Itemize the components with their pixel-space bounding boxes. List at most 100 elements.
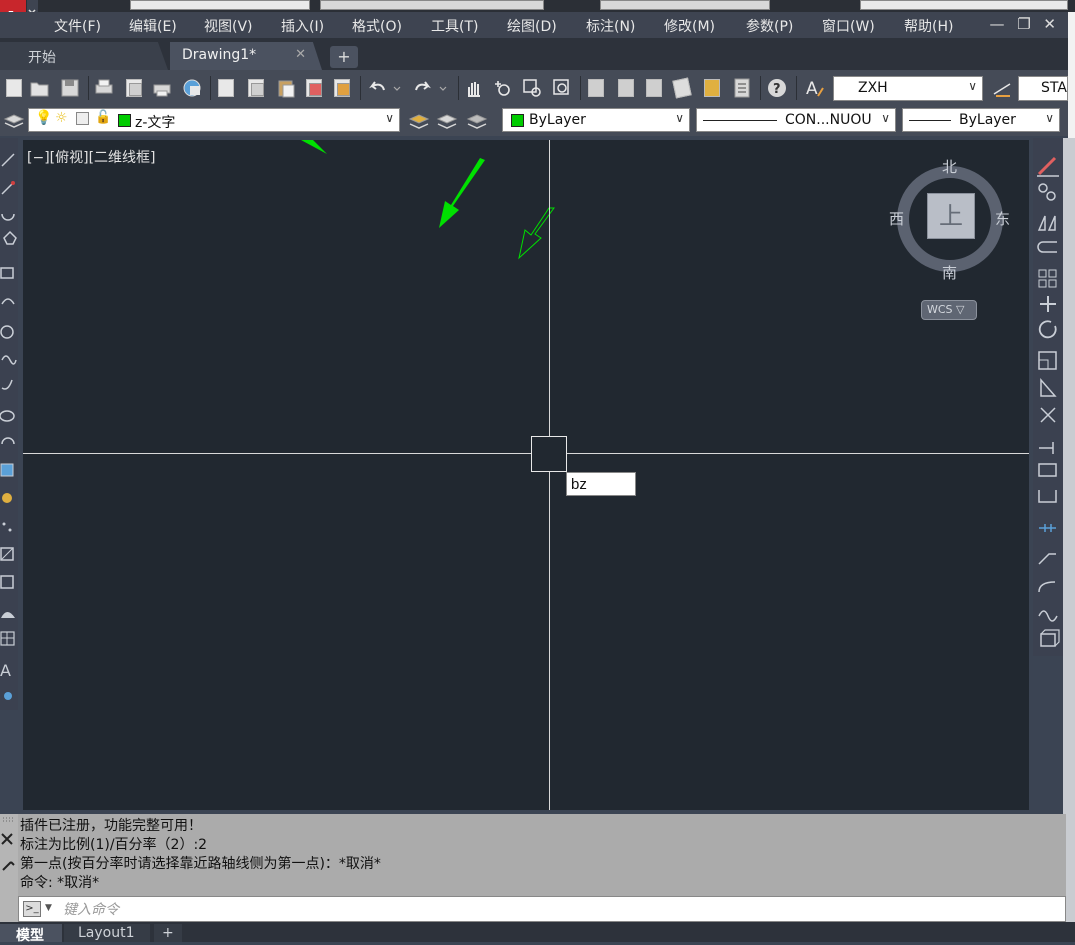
zoom-window-icon[interactable]: [522, 78, 542, 98]
command-history-line: 标注为比例(1)/百分率（2）:2: [20, 837, 208, 853]
markup-icon[interactable]: [702, 78, 722, 98]
compass-west[interactable]: 西: [889, 208, 904, 229]
command-input[interactable]: [63, 899, 1053, 919]
modify-toolbar: [1033, 138, 1063, 656]
match-properties-icon[interactable]: [304, 78, 324, 98]
block-editor-icon[interactable]: [332, 78, 352, 98]
wrench-icon: [2, 861, 15, 871]
menu-format[interactable]: 格式(O): [352, 16, 402, 36]
properties-icon[interactable]: [586, 78, 606, 98]
print-icon[interactable]: [94, 78, 114, 98]
pan-hand-icon[interactable]: [464, 78, 484, 98]
command-line-grip[interactable]: [0, 814, 18, 922]
command-prompt-icon[interactable]: >_: [23, 901, 41, 917]
menu-modify[interactable]: 修改(M): [664, 16, 715, 36]
wcs-menu-button[interactable]: WCS ▽: [921, 300, 977, 320]
crosshair-horizontal: [23, 453, 1029, 454]
color-select[interactable]: ByLayer ∨: [502, 108, 690, 132]
menu-draw[interactable]: 绘图(D): [507, 16, 557, 36]
title-strip: [0, 0, 1075, 12]
layer-previous-icon[interactable]: [436, 111, 458, 131]
compass-east[interactable]: 东: [995, 208, 1010, 229]
unlock-icon: 🔓: [95, 110, 112, 125]
draw-toolbar: A: [0, 138, 18, 710]
dimension-style-icon[interactable]: [992, 78, 1012, 98]
svg-text:?: ?: [773, 82, 781, 97]
menu-dimension[interactable]: 标注(N): [586, 16, 635, 36]
linetype-select[interactable]: CON...NUOU ∨: [696, 108, 896, 132]
chevron-down-icon: ∨: [968, 79, 977, 93]
zoom-previous-icon[interactable]: [552, 78, 572, 98]
redo-icon[interactable]: [414, 78, 447, 98]
menu-bar: 文件(F) 编辑(E) 视图(V) 插入(I) 格式(O) 工具(T) 绘图(D…: [0, 12, 1068, 38]
viewport-freeze-icon: [76, 112, 89, 125]
lightbulb-icon: 💡: [35, 110, 53, 126]
text-style-value: ZXH: [858, 80, 888, 96]
menu-view[interactable]: 视图(V): [204, 16, 253, 36]
drawing-canvas[interactable]: [−][俯视][二维线框] 上 北 南 东 西 WCS ▽: [23, 140, 1029, 810]
design-center-icon[interactable]: [616, 78, 636, 98]
add-layout-button[interactable]: +: [154, 924, 182, 942]
dynamic-input-field[interactable]: [566, 472, 636, 496]
new-file-icon[interactable]: [4, 78, 24, 98]
paste-icon[interactable]: [276, 78, 296, 98]
green-arrow-icon: [439, 158, 485, 228]
cut-icon[interactable]: [216, 78, 236, 98]
window-controls[interactable]: — ❐ ✕: [989, 15, 1060, 33]
chevron-down-icon: ∨: [881, 111, 890, 125]
svg-text:A: A: [806, 79, 818, 99]
layer-states-icon[interactable]: [466, 111, 488, 131]
layer-properties-icon[interactable]: [3, 111, 25, 131]
sheet-set-icon[interactable]: [672, 77, 692, 99]
3d-dwf-icon[interactable]: [182, 78, 202, 98]
command-input-row: >_ ▼: [18, 896, 1066, 922]
quick-access-field[interactable]: [130, 0, 310, 10]
tab-start[interactable]: 开始: [0, 42, 168, 70]
copy-icon[interactable]: [246, 78, 266, 98]
text-style-icon[interactable]: A: [804, 78, 824, 99]
compass-north[interactable]: 北: [942, 156, 957, 177]
help-icon[interactable]: ?: [766, 78, 786, 98]
chevron-down-icon: ∨: [385, 111, 394, 125]
menu-parameters[interactable]: 参数(P): [746, 16, 793, 36]
zoom-realtime-icon[interactable]: [492, 78, 512, 98]
menu-insert[interactable]: 插入(I): [281, 16, 324, 36]
tool-palettes-icon[interactable]: [644, 78, 664, 98]
layer-color-swatch: [118, 114, 131, 127]
sun-icon: ☼: [55, 110, 68, 126]
plot-preview-icon[interactable]: [124, 78, 144, 98]
lineweight-select[interactable]: ByLayer ∨: [902, 108, 1060, 132]
chevron-down-icon[interactable]: ▼: [45, 903, 52, 913]
sign-in-field[interactable]: [600, 0, 770, 10]
text-style-select[interactable]: ZXH ∨: [833, 76, 983, 101]
layer-select[interactable]: 💡 ☼ 🔓 z-文字 ∨: [28, 108, 400, 132]
crosshair-vertical: [549, 140, 550, 810]
make-layer-current-icon[interactable]: [408, 111, 430, 131]
menu-edit[interactable]: 编辑(E): [129, 16, 177, 36]
chevron-down-icon: ∨: [1045, 111, 1054, 125]
layout-tab-bar: 模型 Layout1 +: [0, 922, 1075, 944]
add-tab-button[interactable]: +: [330, 46, 358, 68]
color-value: ByLayer: [529, 112, 586, 128]
cursor-pickbox: [531, 436, 567, 472]
undo-icon[interactable]: [368, 78, 401, 98]
menu-help[interactable]: 帮助(H): [904, 16, 953, 36]
open-file-icon[interactable]: [30, 78, 50, 98]
menu-file[interactable]: 文件(F): [54, 16, 101, 36]
compass-south[interactable]: 南: [942, 262, 957, 283]
close-tab-icon[interactable]: ✕: [295, 47, 306, 62]
save-icon[interactable]: [60, 78, 80, 98]
dimension-style-select[interactable]: STA: [1018, 76, 1068, 101]
menu-tools[interactable]: 工具(T): [431, 16, 478, 36]
tab-start-label: 开始: [28, 50, 56, 66]
viewcube-top-face[interactable]: 上: [927, 193, 975, 239]
tab-model[interactable]: 模型: [0, 924, 62, 944]
tab-layout1[interactable]: Layout1: [64, 924, 150, 942]
calculator-icon[interactable]: [732, 78, 752, 98]
menu-window[interactable]: 窗口(W): [822, 16, 875, 36]
info-field[interactable]: [860, 0, 1068, 10]
command-line-controls: [1, 817, 15, 871]
tab-drawing1[interactable]: Drawing1* ✕: [170, 42, 322, 70]
publish-icon[interactable]: [152, 78, 172, 98]
search-field[interactable]: [320, 0, 544, 10]
